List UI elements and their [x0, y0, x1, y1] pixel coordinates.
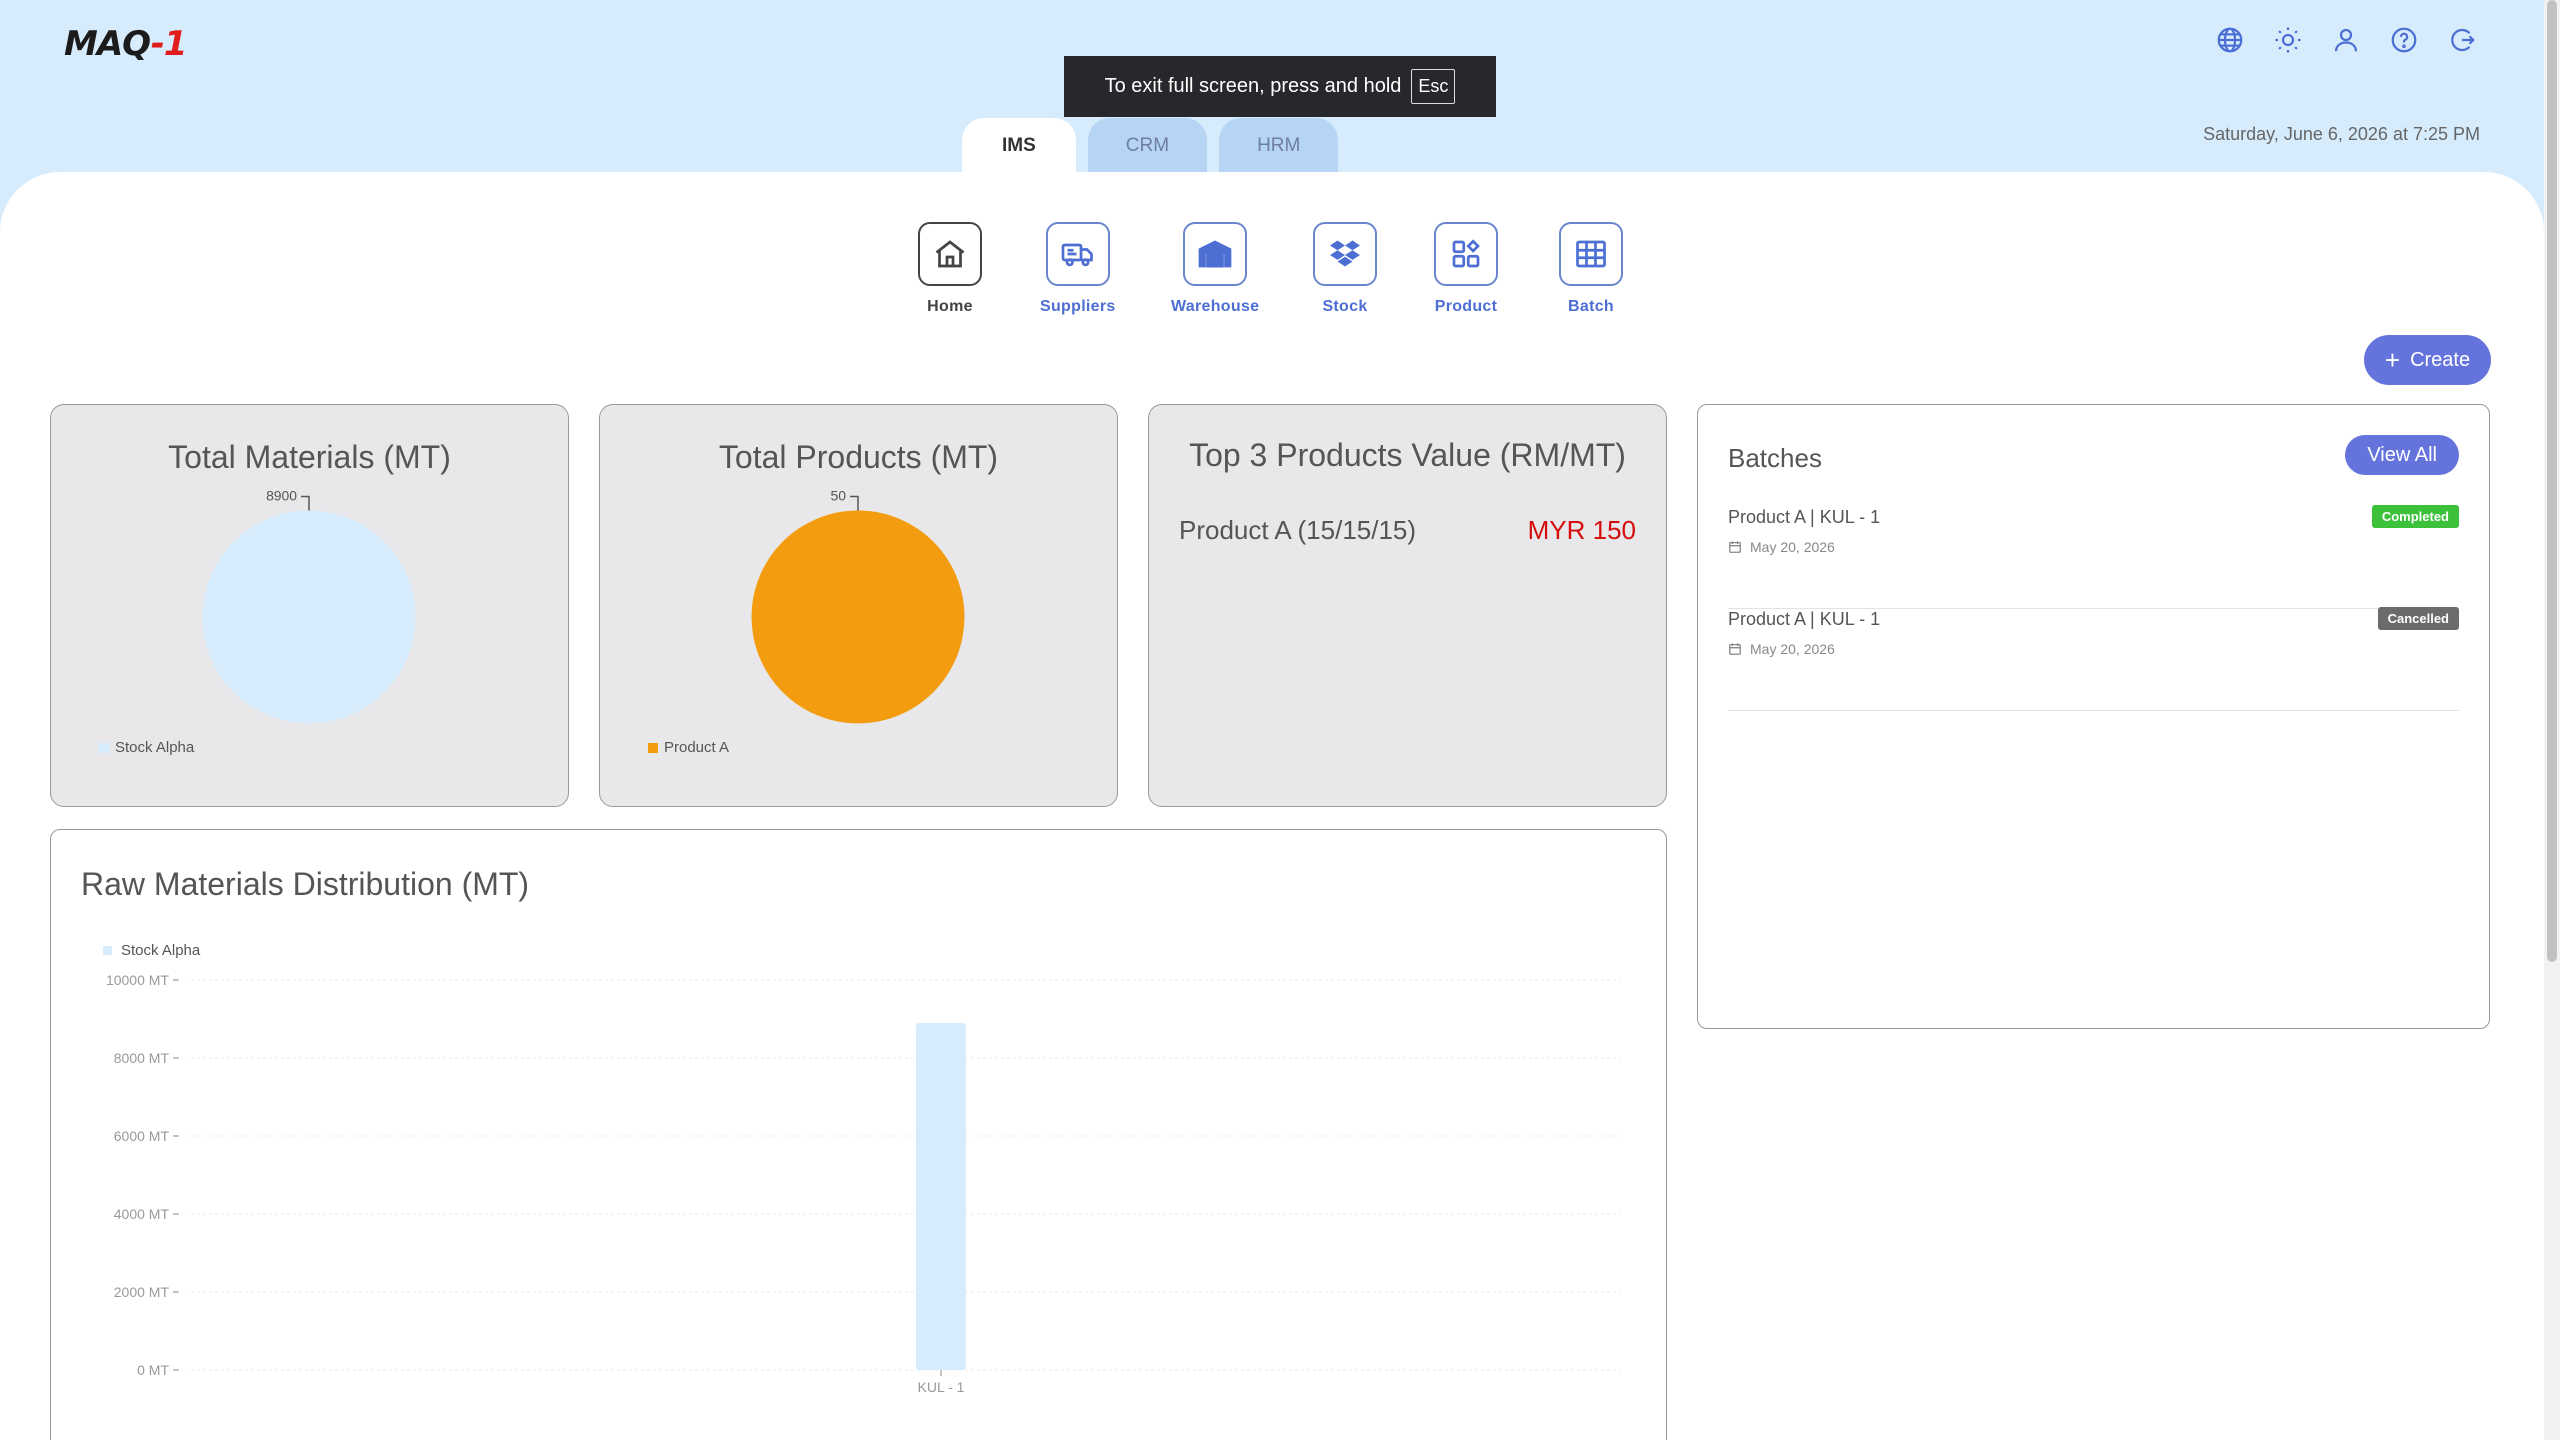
nav-home-label: Home: [927, 298, 973, 315]
batch-item[interactable]: Product A | KUL - 1 May 20, 2026 Cancell…: [1728, 607, 2459, 711]
y-tick-label: 4000 MT: [114, 1206, 170, 1222]
nav-home[interactable]: Home: [918, 222, 982, 316]
x-tick-label: KUL - 1: [918, 1379, 965, 1395]
y-tick-label: 8000 MT: [114, 1050, 170, 1066]
main-panel: Home Suppliers Warehouse Stock Product B…: [0, 172, 2544, 1440]
nav-warehouse[interactable]: Warehouse: [1171, 222, 1259, 316]
nav-product[interactable]: Product: [1434, 222, 1498, 316]
pie-leader-line: [850, 495, 859, 511]
y-tick-label: 2000 MT: [114, 1284, 170, 1300]
pie-data-label: 50: [831, 488, 847, 504]
tab-crm[interactable]: CRM: [1087, 118, 1208, 174]
total-products-card: Total Products (MT) 50 Product A: [599, 404, 1118, 807]
calendar-icon: [1729, 643, 1741, 655]
nav-suppliers[interactable]: Suppliers: [1040, 222, 1116, 316]
create-button-label: Create: [2410, 348, 2471, 371]
nav-stock[interactable]: Stock: [1313, 222, 1377, 316]
nav-batch-label: Batch: [1568, 298, 1614, 315]
batches-title: Batches: [1728, 443, 1822, 473]
nav-suppliers-label: Suppliers: [1040, 298, 1116, 315]
pie-data-label: 8900: [266, 488, 297, 504]
batch-date: May 20, 2026: [1728, 539, 1835, 555]
fullscreen-toast-message: To exit full screen, press and hold: [1104, 75, 1402, 97]
top-products-title: Top 3 Products Value (RM/MT): [1189, 437, 1626, 473]
bar-legend-swatch: [103, 946, 112, 955]
user-icon[interactable]: [2328, 22, 2364, 58]
total-products-legend[interactable]: Product A: [648, 739, 729, 756]
legend-swatch: [99, 742, 109, 753]
top-product-name: Product A (15/15/15): [1179, 515, 1417, 545]
module-tabs: IMS CRM HRM: [962, 118, 1339, 174]
nav-product-label: Product: [1434, 298, 1498, 315]
raw-materials-card: Raw Materials Distribution (MT) Stock Al…: [50, 829, 1667, 1440]
y-tick-label: 0 MT: [137, 1362, 169, 1378]
top-product-value: MYR 150: [1527, 515, 1636, 545]
top-products-card: Top 3 Products Value (RM/MT) Product A (…: [1148, 404, 1667, 807]
y-tick-label: 6000 MT: [114, 1128, 170, 1144]
batch-item[interactable]: Product A | KUL - 1 May 20, 2026 Complet…: [1728, 505, 2459, 609]
plus-icon: +: [2384, 345, 2401, 375]
batch-name: Product A | KUL - 1: [1728, 609, 1881, 629]
grid-plus-icon: [1434, 222, 1498, 286]
nav-batch[interactable]: Batch: [1559, 222, 1623, 316]
tab-hrm[interactable]: HRM: [1219, 118, 1339, 174]
bar: [916, 1022, 966, 1370]
home-icon: [918, 222, 982, 286]
calendar-icon: [1729, 541, 1741, 553]
sun-icon[interactable]: [2270, 22, 2306, 58]
create-button[interactable]: + Create: [2364, 335, 2491, 385]
raw-materials-bar-chart: Stock Alpha 10000 MT 8000 MT 6000 MT 4000 MT…: [103, 942, 1621, 1395]
status-badge-cancelled: Cancelled: [2377, 607, 2459, 630]
header-icons: [2212, 22, 2480, 58]
fullscreen-toast: To exit full screen, press and hold Esc: [1064, 56, 1496, 117]
legend-swatch: [648, 742, 658, 753]
dropbox-icon: [1313, 222, 1377, 286]
nav-warehouse-label: Warehouse: [1171, 298, 1260, 315]
nav-stock-label: Stock: [1322, 298, 1368, 315]
batches-card: Batches View All Product A | KUL - 1 May…: [1697, 404, 2490, 1029]
view-all-button[interactable]: View All: [2345, 435, 2459, 475]
legend-label: Product A: [664, 739, 730, 756]
batch-name: Product A | KUL - 1: [1728, 507, 1881, 527]
batch-date: May 20, 2026: [1728, 641, 1835, 657]
total-materials-card: Total Materials (MT) 8900 Stock Alpha: [50, 404, 569, 807]
page-scrollbar[interactable]: [2544, 0, 2560, 1440]
app-logo[interactable]: MAQ-1: [64, 24, 187, 64]
help-icon[interactable]: [2386, 22, 2422, 58]
warehouse-icon: [1183, 222, 1248, 286]
pie-leader-line: [301, 495, 310, 511]
batch-date-text: May 20, 2026: [1750, 641, 1835, 657]
scrollbar-thumb[interactable]: [2547, 0, 2557, 962]
current-datetime: Saturday, June 6, 2026 at 7:25 PM: [2203, 124, 2480, 144]
esc-key: Esc: [1411, 69, 1456, 104]
tab-ims[interactable]: IMS: [962, 118, 1076, 174]
pie-slice: [202, 510, 416, 724]
bar-legend-label: Stock Alpha: [121, 942, 201, 959]
top-product-row: Product A (15/15/15) MYR 150: [1179, 515, 1636, 546]
batch-date-text: May 20, 2026: [1750, 539, 1835, 555]
table-icon: [1559, 222, 1623, 286]
y-tick-label: 10000 MT: [106, 972, 169, 988]
total-materials-legend[interactable]: Stock Alpha: [99, 739, 194, 756]
globe-icon[interactable]: [2212, 22, 2248, 58]
truck-icon: [1045, 222, 1110, 286]
legend-label: Stock Alpha: [115, 739, 195, 756]
logout-icon[interactable]: [2444, 22, 2480, 58]
pie-slice: [751, 510, 965, 724]
status-badge-completed: Completed: [2371, 505, 2459, 528]
